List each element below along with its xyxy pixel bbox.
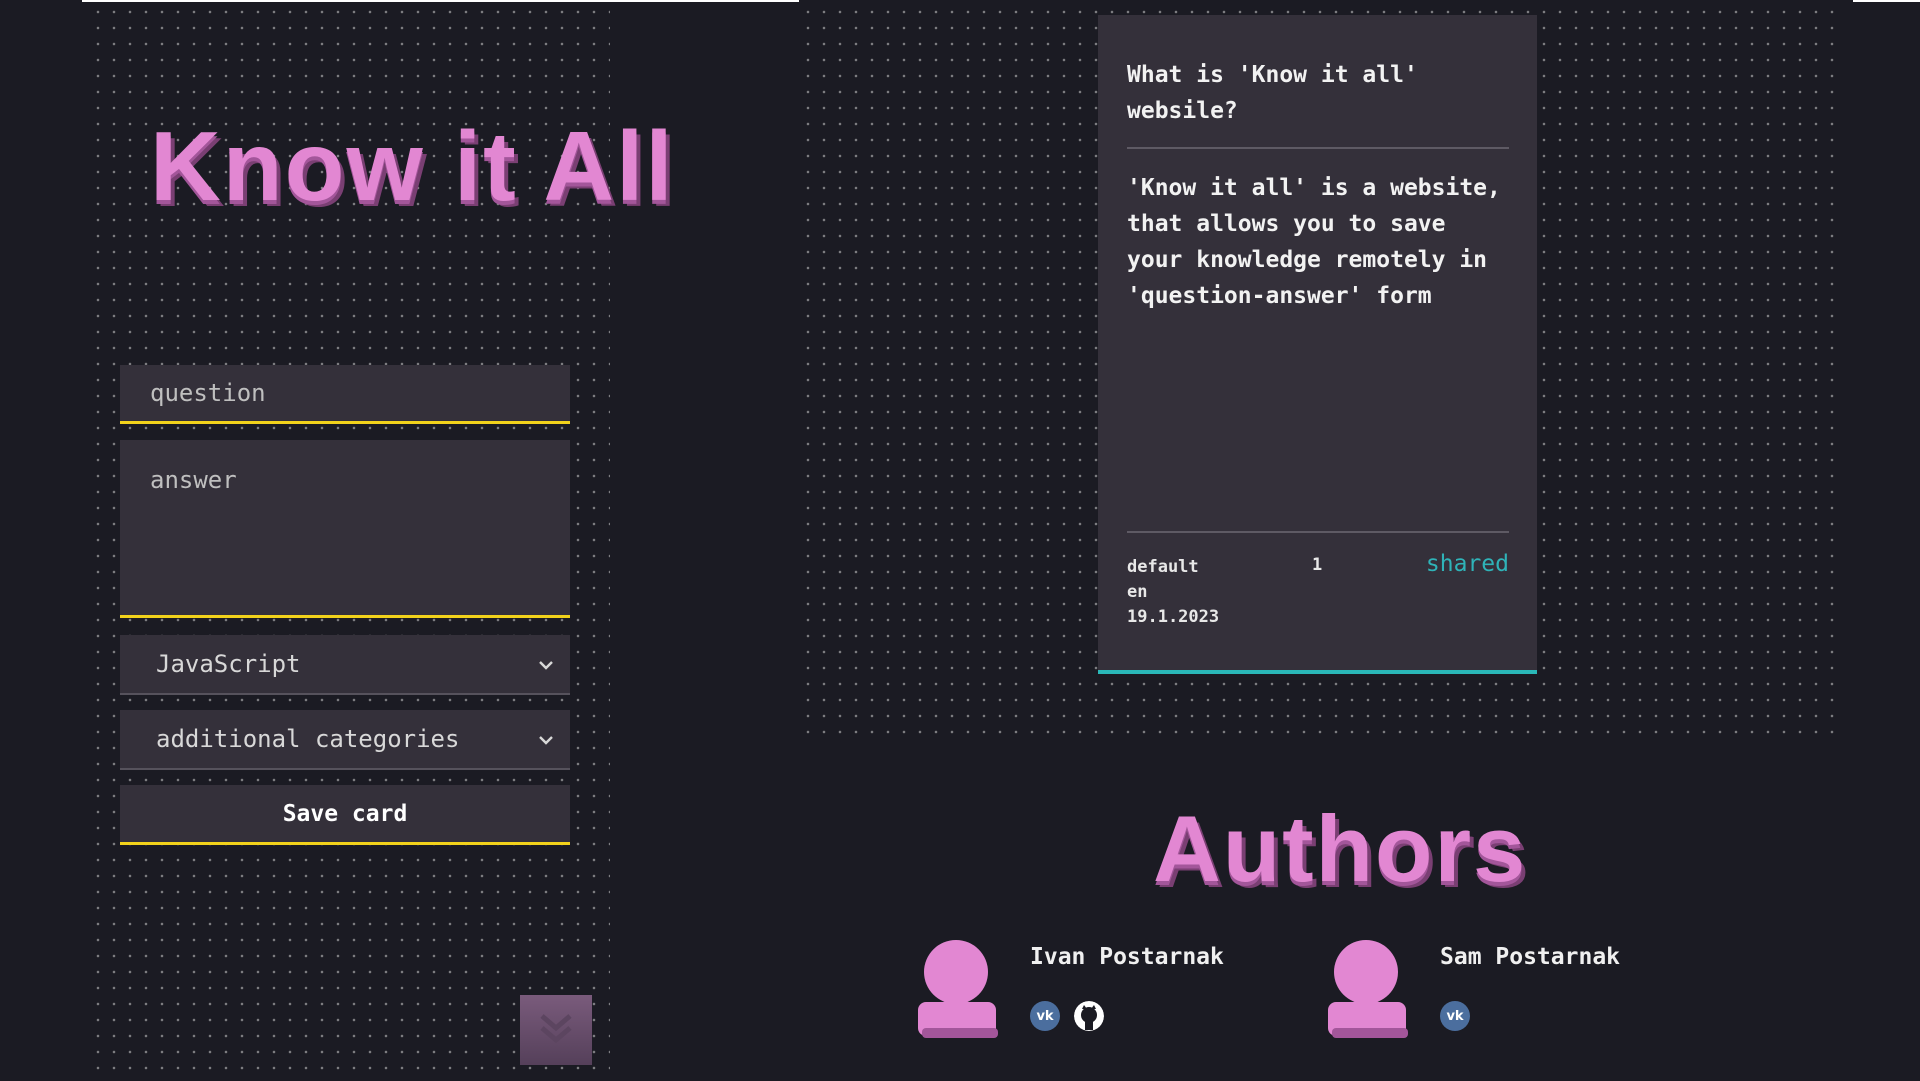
knowledge-card[interactable]: What is 'Know it all' websile? 'Know it … [1098,15,1537,674]
avatar-icon [1328,940,1408,1038]
card-divider-bottom [1127,531,1509,533]
app-logo[interactable]: Know it All [150,110,675,223]
save-card-button[interactable]: Save card [120,785,570,845]
chevron-down-icon [538,729,554,750]
double-chevron-down-icon [536,1010,576,1050]
card-date: 19.1.2023 [1127,607,1220,627]
categories-select-value: additional categories [156,725,460,753]
author-name: Sam Postarnak [1440,944,1621,970]
card-category: default [1127,557,1199,577]
author-name: Ivan Postarnak [1030,944,1224,970]
card-divider-top [1127,147,1509,149]
authors-title: Authors [1153,796,1528,901]
card-shared-status[interactable]: shared [1426,551,1509,577]
card-count: 1 [1312,555,1323,575]
top-border-right [1853,0,1920,2]
scroll-down-button[interactable] [520,995,592,1065]
top-border-left [82,0,799,2]
answer-textarea[interactable] [120,440,570,618]
card-meta: default en 19.1.2023 [1127,555,1219,630]
language-select[interactable]: JavaScript [120,635,570,695]
vk-icon[interactable]: vk [1030,1001,1060,1031]
chevron-down-icon [538,654,554,675]
language-select-value: JavaScript [156,650,301,678]
card-language: en [1127,582,1148,602]
vk-icon[interactable]: vk [1440,1001,1470,1031]
categories-select[interactable]: additional categories [120,710,570,770]
card-question: What is 'Know it all' websile? [1127,62,1418,124]
github-icon[interactable] [1074,1001,1104,1031]
question-input[interactable] [120,365,570,424]
card-answer: 'Know it all' is a website, that allows … [1127,175,1501,309]
avatar-icon [918,940,998,1038]
